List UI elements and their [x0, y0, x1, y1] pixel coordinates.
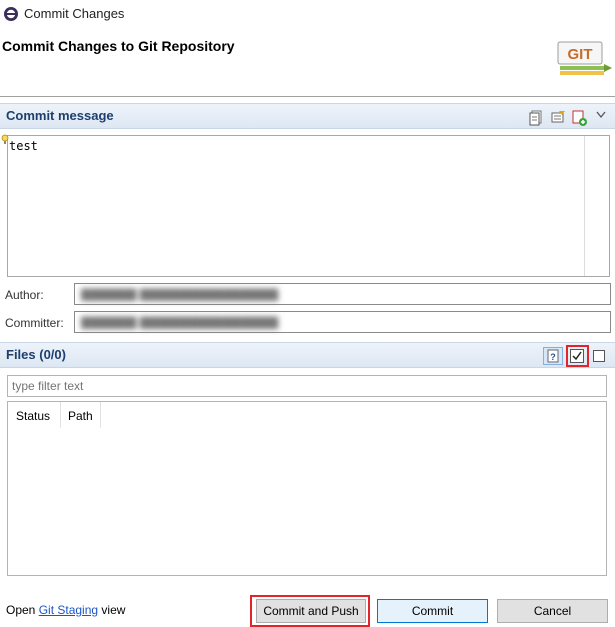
- open-prefix: Open: [6, 603, 36, 617]
- window-title: Commit Changes: [24, 6, 125, 21]
- files-section-header: [0, 342, 615, 368]
- commit-button[interactable]: Commit: [377, 599, 488, 623]
- committer-label: Committer:: [5, 316, 64, 330]
- content-assist-bulb-icon: [1, 134, 9, 144]
- page-title: Commit Changes to Git Repository: [2, 38, 235, 54]
- author-field[interactable]: ▇▇▇▇▇▇ ▇▇▇▇▇▇▇▇▇▇▇▇▇▇▇: [74, 283, 611, 305]
- commit-message-textarea[interactable]: [7, 135, 610, 277]
- svg-text:?: ?: [550, 352, 556, 362]
- add-change-id-icon[interactable]: [572, 110, 588, 126]
- author-label: Author:: [5, 288, 44, 302]
- svg-text:GIT: GIT: [568, 46, 593, 63]
- committer-field[interactable]: ▇▇▇▇▇▇ ▇▇▇▇▇▇▇▇▇▇▇▇▇▇▇: [74, 311, 611, 333]
- column-header-path[interactable]: Path: [60, 402, 100, 428]
- author-redacted-value: ▇▇▇▇▇▇ ▇▇▇▇▇▇▇▇▇▇▇▇▇▇▇: [81, 287, 279, 301]
- previous-messages-icon[interactable]: [528, 110, 544, 126]
- open-staging-view-text: Open Git Staging view: [6, 603, 125, 617]
- files-table[interactable]: Status Path: [7, 401, 607, 576]
- commit-message-section-title: Commit message: [6, 108, 114, 123]
- add-signed-off-by-icon[interactable]: [550, 109, 566, 125]
- git-logo-icon: GIT: [557, 41, 612, 75]
- show-untracked-help-icon[interactable]: ?: [543, 347, 563, 365]
- view-menu-chevron-down-icon[interactable]: [596, 111, 606, 119]
- files-filter-input[interactable]: [7, 375, 607, 397]
- git-staging-link[interactable]: Git Staging: [39, 603, 98, 617]
- commit-and-push-button[interactable]: Commit and Push: [256, 599, 366, 623]
- cancel-button[interactable]: Cancel: [497, 599, 608, 623]
- eclipse-app-icon: [4, 7, 18, 21]
- column-divider: [100, 402, 101, 428]
- deselect-all-checkbox-icon[interactable]: [593, 350, 605, 362]
- select-all-checkbox-icon[interactable]: [570, 349, 584, 363]
- message-ruler-divider: [584, 136, 585, 276]
- column-header-status[interactable]: Status: [8, 402, 60, 428]
- files-section-title: Files (0/0): [6, 347, 66, 362]
- header-divider: [0, 96, 615, 97]
- commit-message-text: test: [9, 139, 38, 153]
- committer-redacted-value: ▇▇▇▇▇▇ ▇▇▇▇▇▇▇▇▇▇▇▇▇▇▇: [81, 315, 279, 329]
- open-suffix: view: [101, 603, 126, 617]
